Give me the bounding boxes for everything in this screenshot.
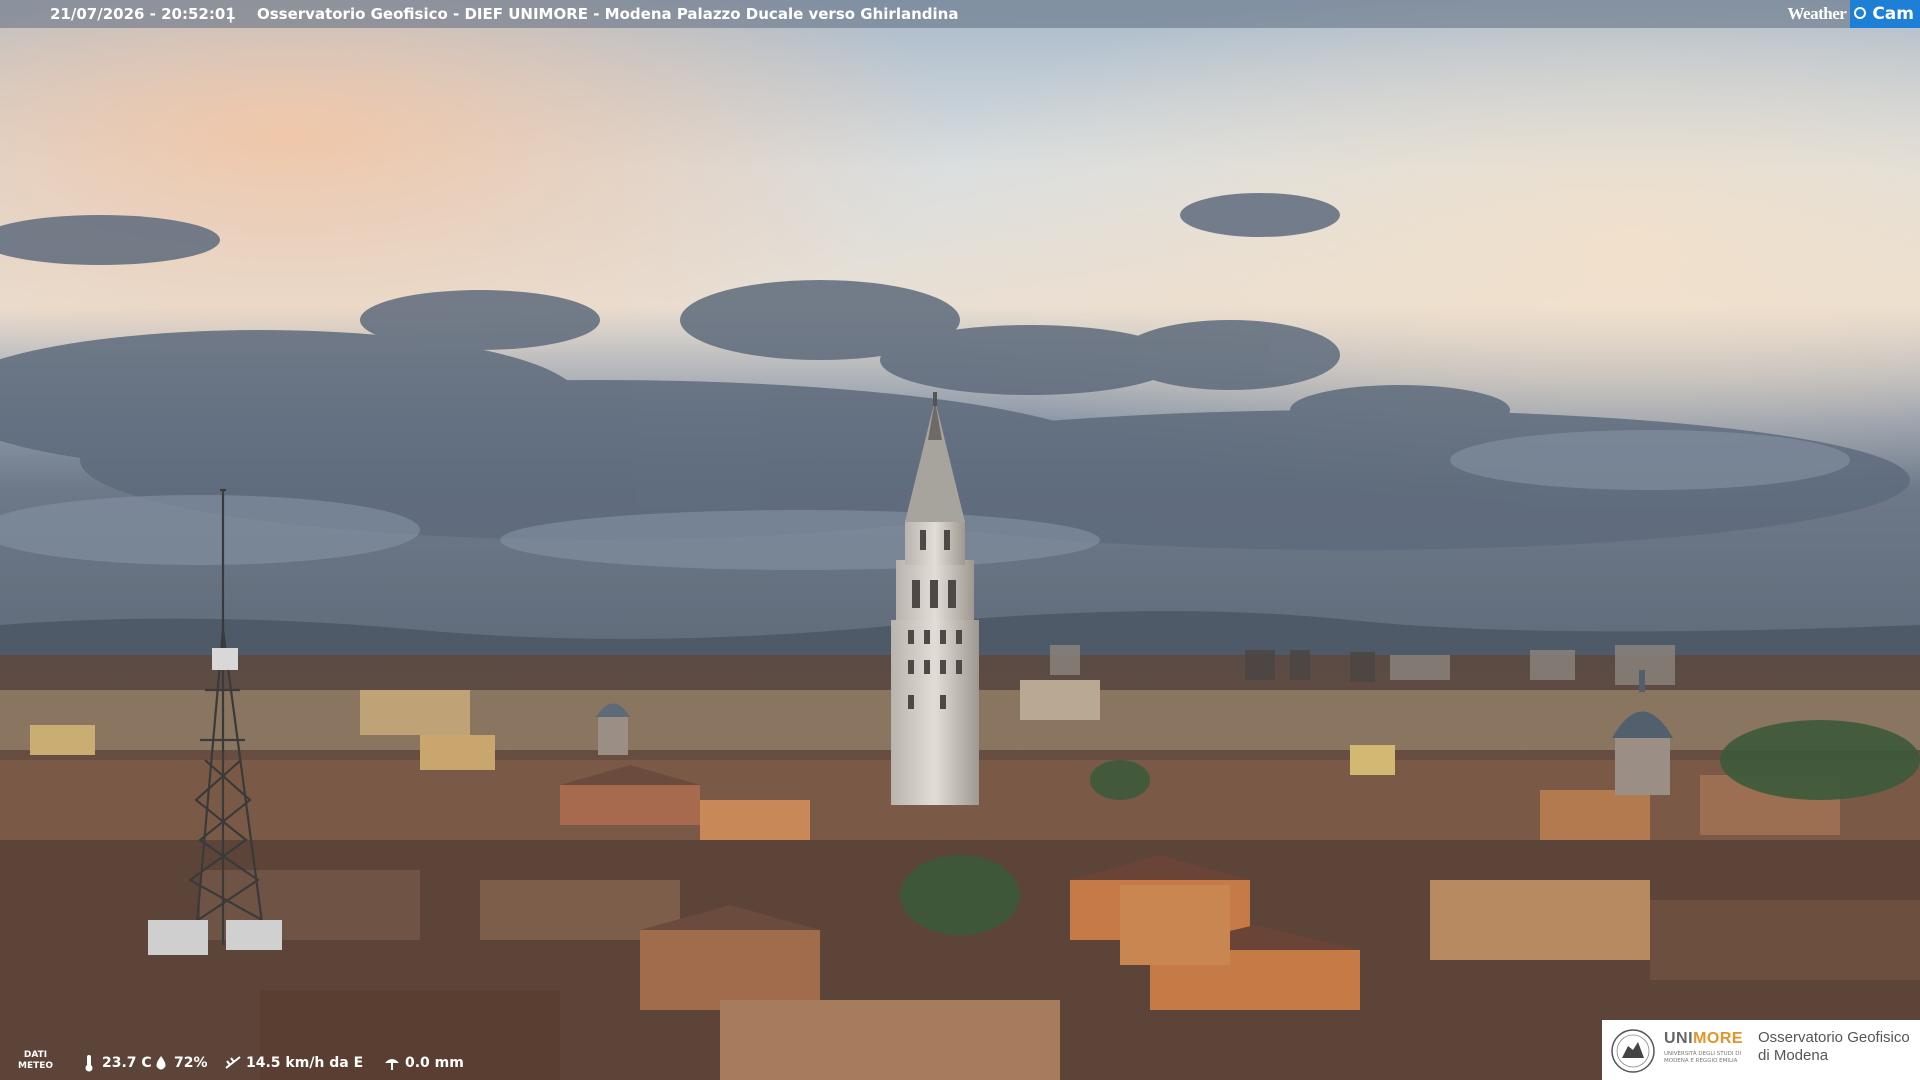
thermometer-icon (85, 1055, 93, 1072)
church-dome-left (596, 703, 630, 755)
header-separator: | (228, 5, 234, 23)
humidity-drop-icon (156, 1056, 166, 1070)
temperature-readout: 23.7 C (80, 1054, 152, 1072)
meteo-bar: DATI METEO 23.7 C 72% 14.5 km/h da E 0.0… (0, 1044, 1600, 1080)
observatory-line2: di Modena (1758, 1047, 1829, 1064)
meteo-label: DATI METEO (18, 1050, 53, 1072)
weathercam-weather-text: Weather (1787, 4, 1847, 23)
rain-gauge-icon (385, 1059, 399, 1070)
university-seal-icon (1611, 1029, 1655, 1073)
unimore-subtitle: UNIVERSITÀ DEGLI STUDI DI MODENA E REGGI… (1664, 1051, 1742, 1064)
rain-value: 0.0 mm (405, 1055, 464, 1071)
unimore-wordmark: UNIMORE (1664, 1030, 1743, 1048)
antenna-box (226, 920, 282, 950)
observatory-line1: Osservatorio Geofisico (1758, 1029, 1910, 1046)
unimore-uni: UNI (1664, 1030, 1694, 1047)
temperature-value: 23.7 C (102, 1055, 152, 1071)
top-info-bar: 21/07/2026 - 20:52:01 | Osservatorio Geo… (0, 0, 1920, 28)
weathercam-cam-text: Cam (1872, 4, 1914, 24)
rain-readout: 0.0 mm (383, 1054, 464, 1072)
camera-title: Osservatorio Geofisico - DIEF UNIMORE - … (257, 5, 959, 23)
wind-readout: 14.5 km/h da E (224, 1054, 363, 1072)
webcam-city-view (0, 0, 1920, 1080)
unimore-more: MORE (1693, 1030, 1744, 1047)
meteo-label-line1: DATI (23, 1050, 48, 1060)
wind-icon (225, 1056, 241, 1069)
antenna-panel (212, 648, 238, 670)
observatory-name: Osservatorio Geofisico di Modena (1758, 1029, 1910, 1065)
unimore-logo-panel: UNIMORE UNIVERSITÀ DEGLI STUDI DI MODENA… (1602, 1020, 1920, 1080)
datetime-label: 21/07/2026 - 20:52:01 (50, 5, 236, 23)
meteo-label-line2: METEO (18, 1061, 54, 1071)
cam-lens-icon (1854, 7, 1867, 19)
humidity-readout: 72% (152, 1054, 208, 1072)
weathercam-cam-badge: Cam (1850, 0, 1920, 28)
church-dome-mid (1120, 885, 1230, 965)
weathercam-logo: Weather Cam (1788, 0, 1920, 28)
humidity-value: 72% (174, 1055, 208, 1071)
wind-value: 14.5 km/h da E (246, 1055, 364, 1071)
